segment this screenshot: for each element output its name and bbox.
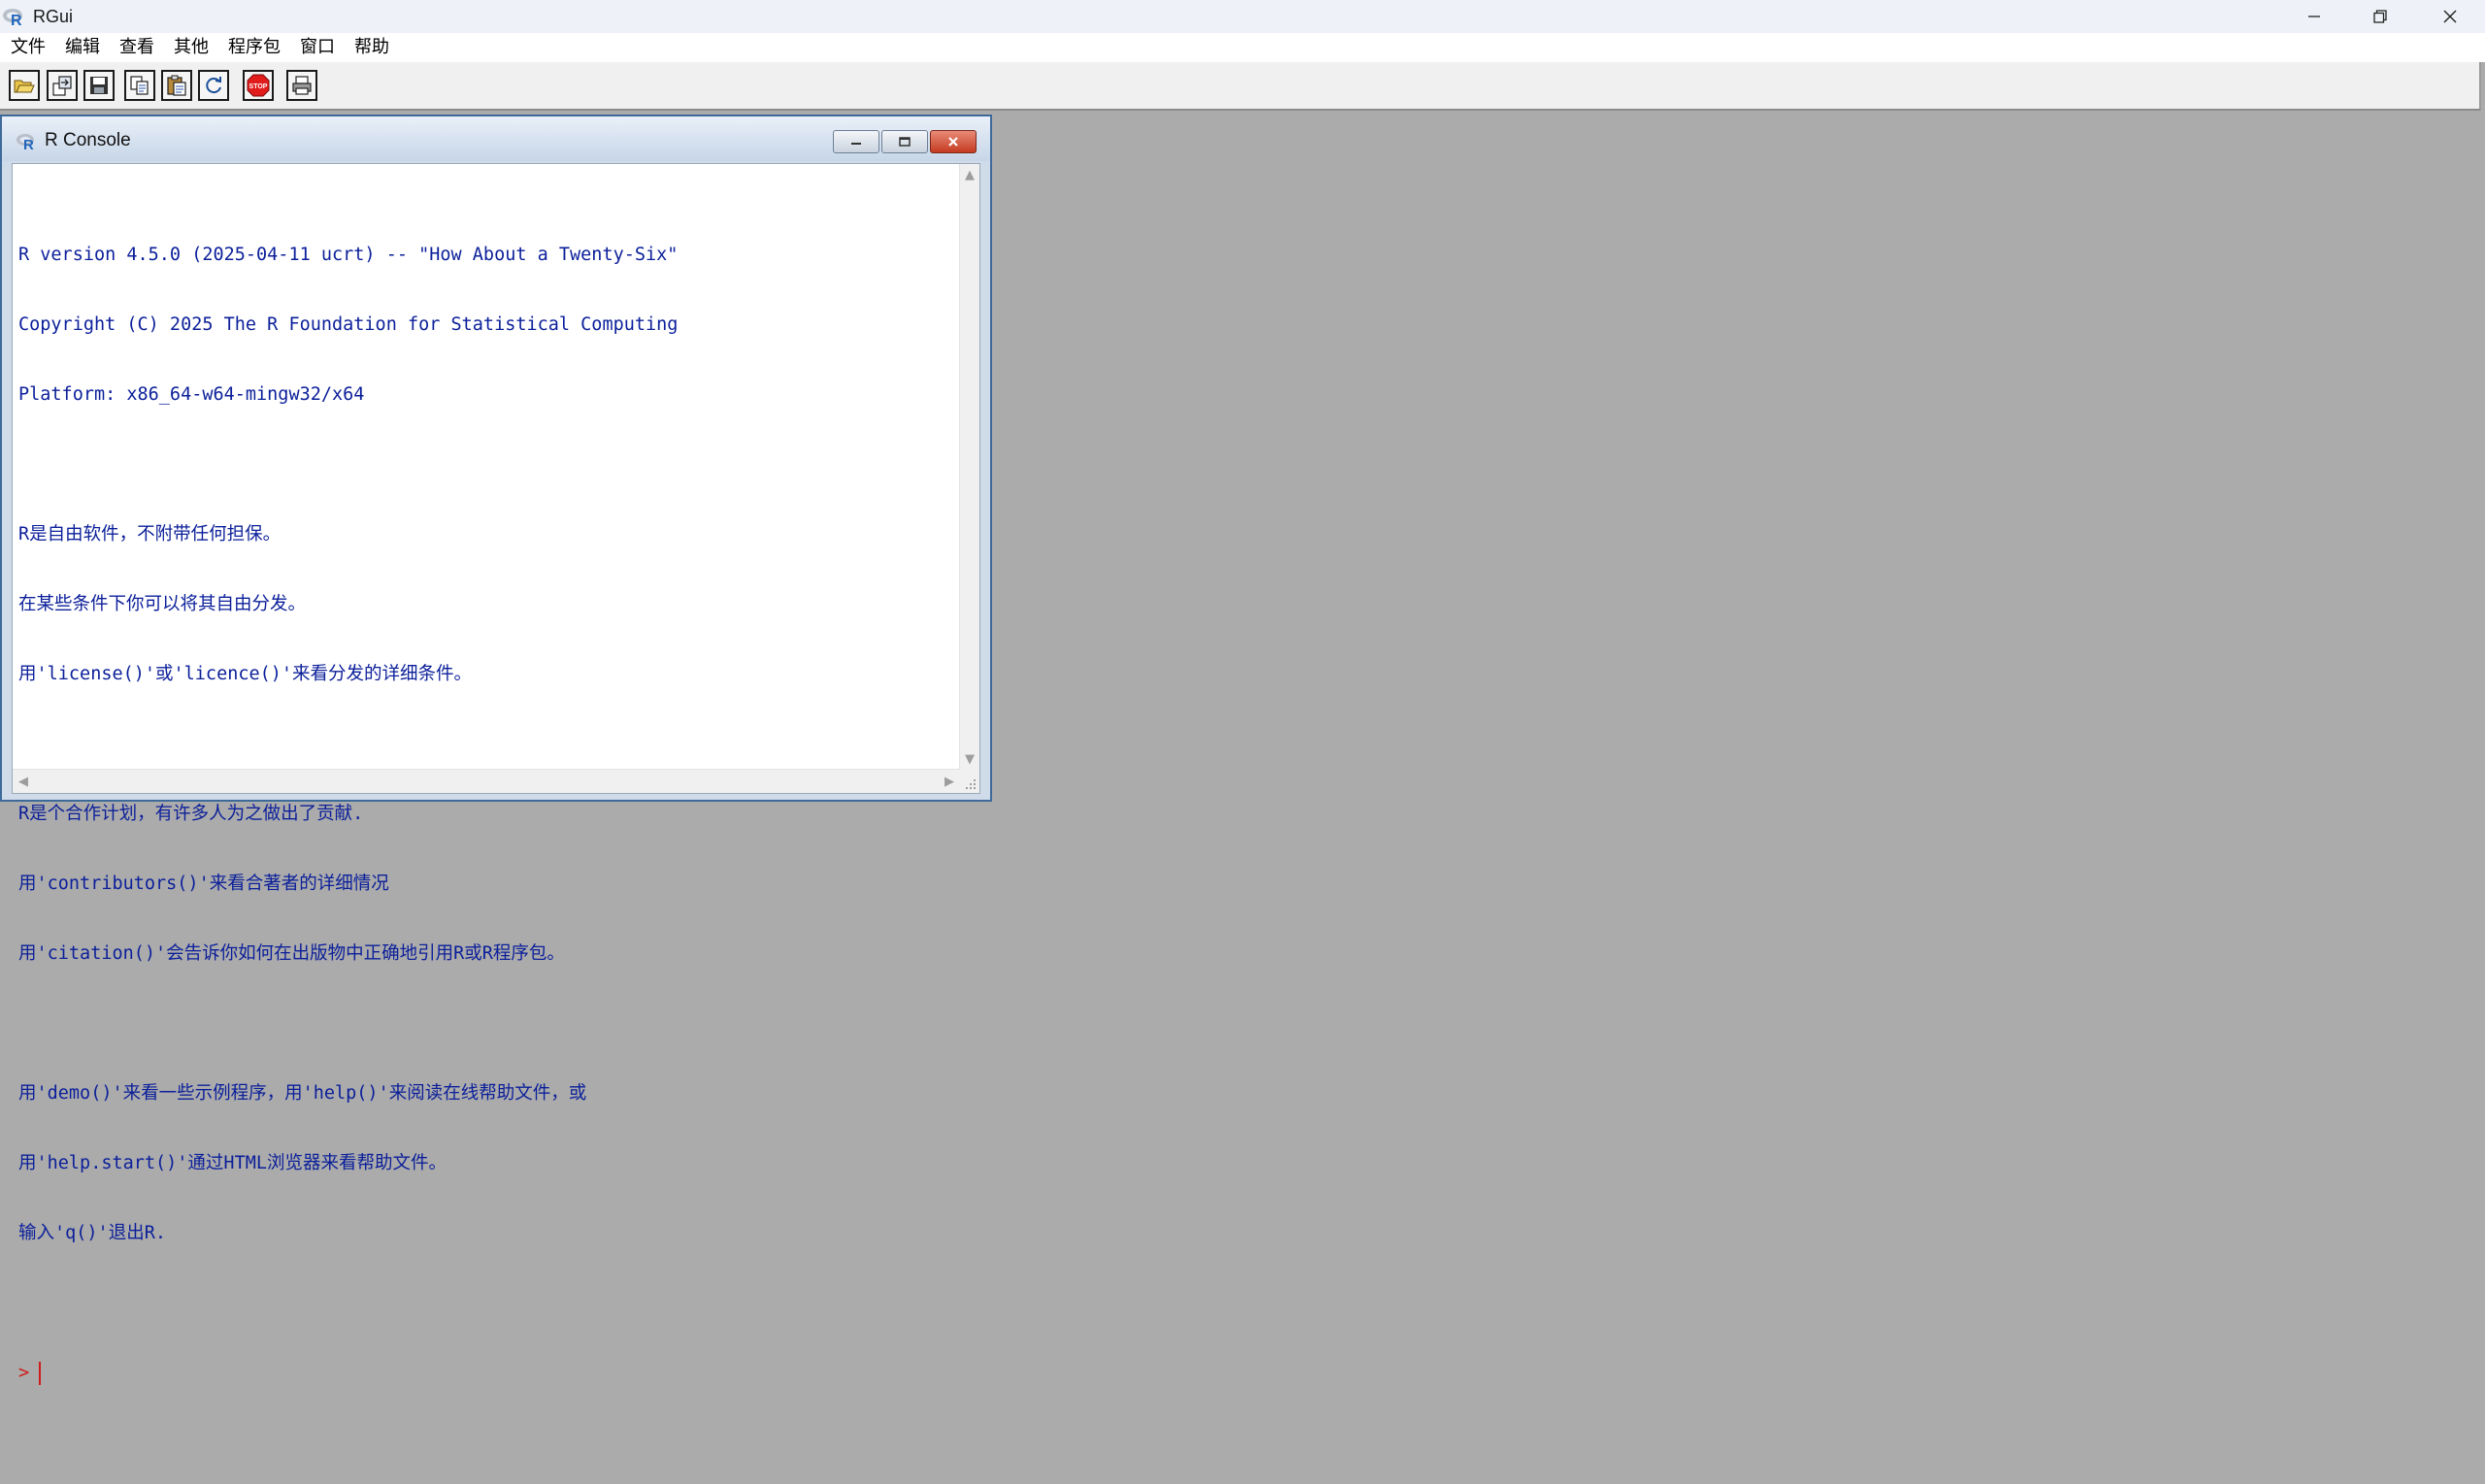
menu-packages[interactable]: 程序包 — [217, 33, 289, 62]
paste-button[interactable] — [161, 70, 192, 101]
vertical-scrollbar[interactable]: ▲ ▼ — [959, 164, 979, 770]
load-workspace-button[interactable] — [47, 70, 78, 101]
print-button[interactable] — [286, 70, 317, 101]
text-caret — [39, 1362, 42, 1385]
console-line: 输入'q()'退出R. — [18, 1223, 166, 1243]
console-line: R是自由软件，不附带任何担保。 — [18, 524, 282, 544]
resize-grip-icon[interactable] — [960, 770, 979, 793]
toolbar: STOP — [0, 62, 2481, 111]
scroll-right-arrow-icon[interactable]: ▶ — [939, 770, 960, 793]
app-title-bar: R RGui — [0, 0, 2485, 33]
printer-icon — [292, 76, 312, 95]
console-line: 用'demo()'来看一些示例程序，用'help()'来阅读在线帮助文件，或 — [18, 1083, 587, 1104]
copy-paste-button[interactable] — [198, 70, 229, 101]
refresh-icon — [206, 77, 221, 94]
scroll-up-arrow-icon[interactable]: ▲ — [960, 164, 979, 185]
console-line: 用'citation()'会告诉你如何在出版物中正确地引用R或R程序包。 — [18, 943, 565, 964]
console-close-button[interactable] — [930, 130, 977, 153]
save-workspace-button[interactable] — [83, 70, 115, 101]
console-line: 用'contributors()'来看合著者的详细情况 — [18, 874, 389, 894]
close-icon — [2443, 10, 2457, 23]
console-line: 用'help.start()'通过HTML浏览器来看帮助文件。 — [18, 1153, 447, 1173]
minimize-button[interactable] — [2281, 0, 2347, 33]
prompt-symbol: > — [18, 1363, 30, 1383]
menu-help[interactable]: 帮助 — [344, 33, 398, 62]
menu-edit[interactable]: 编辑 — [54, 33, 109, 62]
console-line: Copyright (C) 2025 The R Foundation for … — [18, 314, 679, 335]
r-logo-icon: R — [3, 9, 22, 29]
load-workspace-icon — [52, 76, 72, 96]
open-folder-icon — [14, 80, 35, 93]
console-maximize-button[interactable] — [881, 130, 928, 153]
svg-text:R: R — [11, 13, 22, 29]
console-title: R Console — [45, 130, 131, 150]
maximize-icon — [899, 137, 911, 147]
menu-windows[interactable]: 窗口 — [289, 33, 344, 62]
app-title: RGui — [33, 6, 74, 26]
menu-view[interactable]: 查看 — [109, 33, 163, 62]
r-console-window[interactable]: R R Console R version 4.5.0 (2025-04-11 … — [0, 115, 992, 1385]
open-script-button[interactable] — [9, 70, 40, 101]
console-line: R version 4.5.0 (2025-04-11 ucrt) -- "Ho… — [18, 245, 679, 265]
menu-misc[interactable]: 其他 — [163, 33, 217, 62]
console-line: R是个合作计划，有许多人为之做出了贡献. — [18, 804, 364, 824]
paste-icon — [167, 75, 186, 96]
command-prompt[interactable]: > — [18, 1362, 960, 1385]
restore-icon — [2373, 10, 2387, 23]
console-title-bar[interactable]: R R Console — [2, 116, 990, 161]
horizontal-scrollbar[interactable]: ◀ ▶ — [13, 769, 960, 793]
minimize-icon — [851, 143, 861, 145]
stop-button[interactable]: STOP — [243, 70, 274, 101]
console-text: R version 4.5.0 (2025-04-11 ucrt) -- "Ho… — [18, 197, 960, 1432]
svg-text:R: R — [23, 137, 34, 151]
minimize-icon — [2308, 16, 2320, 17]
stop-icon: STOP — [247, 74, 270, 97]
copy-icon — [130, 76, 149, 95]
restore-button[interactable] — [2347, 0, 2413, 33]
scroll-left-arrow-icon[interactable]: ◀ — [13, 770, 34, 793]
scroll-down-arrow-icon[interactable]: ▼ — [960, 748, 979, 770]
console-line: 在某些条件下你可以将其自由分发。 — [18, 594, 307, 614]
console-line: Platform: x86_64-w64-mingw32/x64 — [18, 384, 365, 405]
close-icon — [948, 137, 958, 147]
menu-file[interactable]: 文件 — [0, 33, 54, 62]
copy-button[interactable] — [124, 70, 155, 101]
stop-label: STOP — [249, 83, 268, 90]
close-button[interactable] — [2417, 0, 2483, 33]
console-output-area[interactable]: R version 4.5.0 (2025-04-11 ucrt) -- "Ho… — [12, 163, 980, 1385]
floppy-disk-icon — [90, 77, 108, 94]
console-line: 用'license()'或'licence()'来看分发的详细条件。 — [18, 664, 473, 684]
menu-bar: 文件 编辑 查看 其他 程序包 窗口 帮助 — [0, 33, 2485, 62]
r-logo-icon: R — [17, 134, 34, 151]
console-minimize-button[interactable] — [833, 130, 879, 153]
